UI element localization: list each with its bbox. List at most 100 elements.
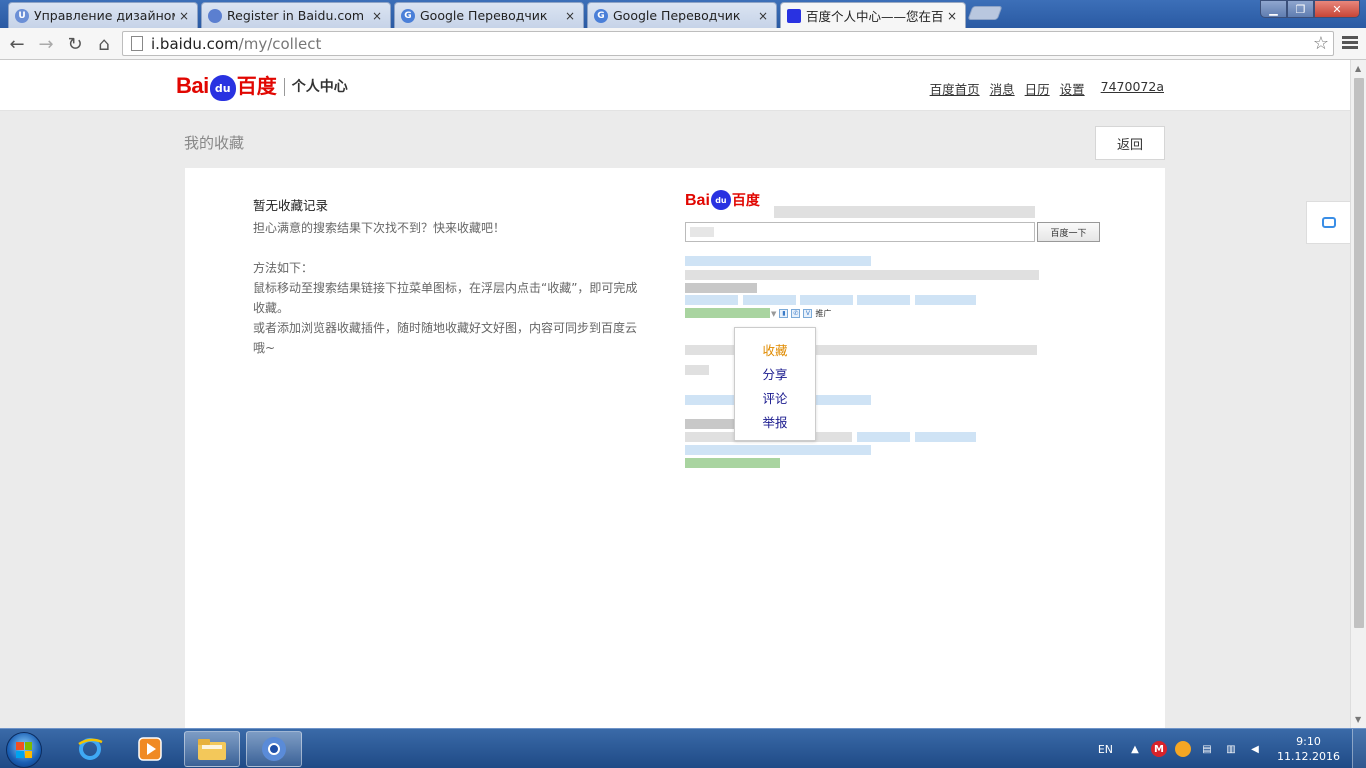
media-player-icon[interactable] [122,731,178,767]
site-header: Bai du 百度 个人中心 百度首页 消息 日历 设置 7470072a [0,60,1350,111]
back-button[interactable]: 返回 [1095,126,1165,160]
user-name-link[interactable]: 7470072a [1101,79,1164,98]
placeholder-bar [685,308,770,318]
tab-favicon-icon: U [15,8,29,23]
tab-close-icon[interactable]: × [372,9,384,23]
nav-link-settings[interactable]: 设置 [1060,79,1085,98]
baidu-paw-favicon-icon [787,8,801,23]
browser-tab-5-active[interactable]: 百度个人中心——您在百度 × [780,2,966,28]
placeholder-bar [685,419,735,429]
tab-label: Google Переводчик [420,8,548,23]
show-desktop-button[interactable] [1352,729,1366,768]
language-indicator[interactable]: EN [1098,743,1113,756]
bookmark-badge-icon: ▮ [779,309,789,318]
file-explorer-icon[interactable] [184,731,240,767]
promo-label: 推广 [815,309,832,318]
close-window-icon[interactable]: ✕ [1314,0,1360,18]
page-scrollbar[interactable]: ▲ ▼ [1350,60,1366,728]
windows-taskbar: EN ▲ M ▤ ▥ ◀ 9:10 11.12.2016 [0,728,1366,768]
scroll-down-arrow-icon[interactable]: ▼ [1355,715,1361,724]
network-icon[interactable]: ▥ [1223,741,1239,757]
tab-close-icon[interactable]: × [179,9,191,23]
menu-item-collect: 收藏 [762,343,788,358]
placeholder-bar [685,295,738,305]
collect-tutorial-illustration: Bai du 百度 百度一下 ▼ ▮ ✆ V 推广 收藏 分享 评论 举报 [685,188,1105,478]
browser-tab-2[interactable]: Register in Baidu.com × [201,2,391,28]
logo-text-baidu: 百度 [236,74,277,98]
nav-link-calendar[interactable]: 日历 [1025,79,1050,98]
volume-icon[interactable]: ◀ [1247,741,1263,757]
home-icon[interactable]: ⌂ [93,33,115,55]
placeholder-bar [857,295,910,305]
tab-close-icon[interactable]: × [947,9,959,23]
browser-toolbar: ← → ↻ ⌂ i.baidu.com/my/collect ☆ [0,28,1366,60]
empty-state-title: 暂无收藏记录 [253,198,329,213]
page-viewport: Bai du 百度 个人中心 百度首页 消息 日历 设置 7470072a 我的… [0,60,1350,728]
browser-tab-1[interactable]: U Управление дизайном - × [8,2,198,28]
nav-link-messages[interactable]: 消息 [990,79,1015,98]
collection-content-card: 暂无收藏记录 担心满意的搜索结果下次找不到？快来收藏吧！ 方法如下： 鼠标移动至… [185,168,1165,728]
scrollbar-thumb[interactable] [1354,78,1364,628]
tab-close-icon[interactable]: × [565,9,577,23]
nav-link-baidu-home[interactable]: 百度首页 [930,79,980,98]
chrome-menu-icon[interactable] [1342,36,1358,51]
method-step-2: 或者添加浏览器收藏插件，随时随地收藏好文好图，内容可同步到百度云哦~ [253,321,638,355]
system-clock[interactable]: 9:10 11.12.2016 [1277,734,1340,764]
chat-bubble-icon [1321,217,1336,228]
tab-label: Register in Baidu.com [227,8,365,23]
empty-state-description: 担心满意的搜索结果下次找不到？快来收藏吧！ 方法如下： 鼠标移动至搜索结果链接下… [253,218,643,358]
page-title: 我的收藏 [184,134,245,152]
tab-close-icon[interactable]: × [758,9,770,23]
top-nav: 百度首页 消息 日历 设置 7470072a [930,79,1164,98]
baidu-paw-icon: du [710,190,731,210]
placeholder-bar [800,295,853,305]
baidu-personal-center-logo[interactable]: Bai du 百度 个人中心 [176,70,348,101]
bookmark-star-icon[interactable]: ☆ [1313,33,1329,54]
browser-tab-4[interactable]: G Google Переводчик × [587,2,777,28]
placeholder-bar [743,295,796,305]
tray-app-orange-icon[interactable] [1175,741,1192,757]
placeholder-bar [857,432,910,442]
clock-time: 9:10 [1296,735,1321,748]
illustration-search-box [685,222,1035,242]
url-text: i.baidu.com/my/collect [151,34,322,53]
tab-label: 百度个人中心——您在百度 [806,9,943,24]
tray-expand-icon[interactable]: ▲ [1127,741,1143,757]
reload-icon[interactable]: ↻ [64,33,86,55]
back-arrow-icon[interactable]: ← [6,33,28,55]
placeholder-bar [915,295,976,305]
forward-arrow-icon[interactable]: → [35,33,57,55]
tray-device-icon[interactable]: ▤ [1199,741,1215,757]
empty-state-line: 担心满意的搜索结果下次找不到？快来收藏吧！ [253,221,506,235]
minimize-icon[interactable]: ▁ [1260,0,1287,18]
system-tray: EN ▲ M ▤ ▥ ◀ 9:10 11.12.2016 [1098,729,1366,768]
restore-icon[interactable]: ❐ [1287,0,1314,18]
feedback-chat-button[interactable] [1306,201,1350,244]
windows-logo-icon [16,742,32,758]
clock-date: 11.12.2016 [1277,750,1340,763]
placeholder-bar [685,256,871,266]
result-tools-row: ▼ ▮ ✆ V 推广 [771,308,831,319]
tab-favicon-icon: G [594,8,608,23]
antivirus-m-icon[interactable]: M [1151,741,1168,757]
placeholder-bar [685,283,757,293]
browser-tab-strip: U Управление дизайном - × Register in Ba… [0,0,1366,28]
menu-item-comment: 评论 [762,391,788,406]
chromium-browser-icon[interactable] [246,731,302,767]
scroll-up-arrow-icon[interactable]: ▲ [1355,64,1361,73]
menu-item-share: 分享 [762,367,788,382]
verified-badge-icon: V [803,309,813,318]
placeholder-bar [685,458,780,468]
internet-explorer-icon[interactable] [62,731,118,767]
browser-tab-3[interactable]: G Google Переводчик × [394,2,584,28]
menu-item-report: 举报 [762,415,788,430]
logo-section-label: 个人中心 [291,79,348,95]
address-bar[interactable]: i.baidu.com/my/collect ☆ [122,31,1334,56]
new-tab-button[interactable] [967,6,1003,20]
start-button[interactable] [6,732,42,768]
method-step-1: 鼠标移动至搜索结果链接下拉菜单图标，在浮层内点击“收藏”，即可完成收藏。 [253,281,638,315]
tab-favicon-icon: G [401,8,415,23]
tab-label: Управление дизайном - [34,8,175,23]
baidu-paw-icon: du [209,75,236,101]
